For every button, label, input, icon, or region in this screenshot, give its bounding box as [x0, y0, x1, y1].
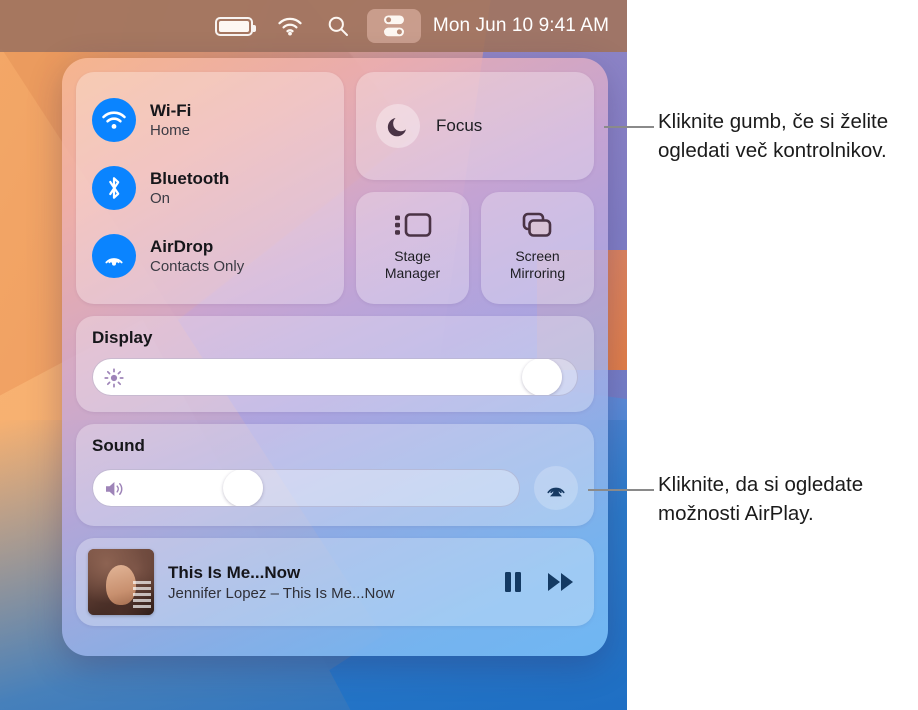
track-title: This Is Me...Now — [168, 562, 301, 582]
wifi-status: Home — [150, 122, 191, 139]
screenshot-root: Mon Jun 10 9:41 AM Wi-Fi Home Bluetooth … — [0, 0, 918, 710]
stage-manager-tile[interactable]: Stage Manager — [356, 192, 469, 304]
callout-focus-text: Kliknite gumb, če si želite ogledati več… — [658, 110, 889, 163]
spotlight-search-button[interactable] — [315, 6, 361, 46]
playback-controls — [502, 569, 576, 595]
control-center-panel: Wi-Fi Home Bluetooth On AirDrop Contacts… — [62, 58, 608, 656]
airplay-button[interactable] — [534, 466, 578, 510]
callout-airplay-text: Kliknite, da si ogledate možnosti AirPla… — [658, 473, 864, 526]
airplay-icon — [547, 487, 565, 497]
wifi-icon — [278, 17, 302, 36]
bluetooth-label: Bluetooth — [150, 169, 230, 188]
wifi-menu-item[interactable] — [265, 6, 315, 46]
display-label: Display — [92, 328, 153, 347]
connectivity-tile: Wi-Fi Home Bluetooth On AirDrop Contacts… — [76, 72, 344, 304]
control-center-top-row: Wi-Fi Home Bluetooth On AirDrop Contacts… — [76, 72, 594, 304]
control-center-right-column: Focus Stage Manager Screen Mirroring — [356, 72, 594, 304]
fast-forward-button[interactable] — [546, 569, 576, 595]
focus-label: Focus — [436, 116, 483, 135]
display-tile: Display — [76, 316, 594, 412]
airdrop-control[interactable]: AirDrop Contacts Only — [92, 225, 328, 287]
wifi-label: Wi-Fi — [150, 101, 192, 120]
battery-level-fill — [218, 20, 249, 32]
mini-tiles-row: Stage Manager Screen Mirroring — [356, 192, 594, 304]
callout-leader-line — [588, 489, 654, 491]
callout-leader-line — [604, 126, 654, 128]
screen-mirroring-icon — [522, 213, 551, 238]
sound-row — [92, 466, 578, 510]
now-playing-tile: This Is Me...Now Jennifer Lopez – This I… — [76, 538, 594, 626]
brightness-slider[interactable] — [92, 358, 578, 396]
screen-mirroring-tile[interactable]: Screen Mirroring — [481, 192, 594, 304]
battery-icon — [214, 16, 256, 36]
control-center-icon — [383, 15, 404, 37]
brightness-knob[interactable] — [522, 359, 563, 395]
control-center-button[interactable] — [366, 9, 421, 43]
sound-tile: Sound — [76, 424, 594, 526]
airdrop-status: Contacts Only — [150, 258, 245, 275]
bluetooth-control[interactable]: Bluetooth On — [92, 157, 328, 219]
pause-icon — [505, 572, 521, 592]
airdrop-label: AirDrop — [150, 237, 214, 256]
desktop-wallpaper: Mon Jun 10 9:41 AM Wi-Fi Home Bluetooth … — [0, 0, 627, 710]
screen-mirroring-label: Screen Mirroring — [509, 248, 566, 281]
wifi-control[interactable]: Wi-Fi Home — [92, 89, 328, 151]
brightness-icon — [104, 368, 124, 388]
battery-status[interactable] — [203, 6, 265, 46]
pause-button[interactable] — [502, 569, 524, 595]
search-icon — [328, 16, 348, 36]
now-playing-meta: This Is Me...Now Jennifer Lopez – This I… — [168, 563, 488, 602]
menu-bar-clock[interactable]: Mon Jun 10 9:41 AM — [425, 15, 609, 37]
focus-tile[interactable]: Focus — [356, 72, 594, 180]
wifi-icon — [92, 98, 136, 142]
bluetooth-icon — [92, 166, 136, 210]
volume-knob[interactable] — [223, 470, 264, 506]
speaker-icon — [104, 479, 128, 499]
menu-bar: Mon Jun 10 9:41 AM — [0, 0, 627, 52]
sound-label: Sound — [92, 436, 145, 455]
fast-forward-icon — [548, 573, 573, 591]
volume-slider[interactable] — [92, 469, 520, 507]
bluetooth-status: On — [150, 190, 171, 207]
track-artist-album: Jennifer Lopez – This Is Me...Now — [168, 584, 395, 602]
airdrop-icon — [92, 234, 136, 278]
stage-manager-icon — [394, 213, 431, 238]
brightness-fill — [93, 359, 563, 395]
moon-icon — [376, 104, 420, 148]
stage-manager-label: Stage Manager — [384, 248, 441, 281]
album-art — [88, 549, 154, 615]
